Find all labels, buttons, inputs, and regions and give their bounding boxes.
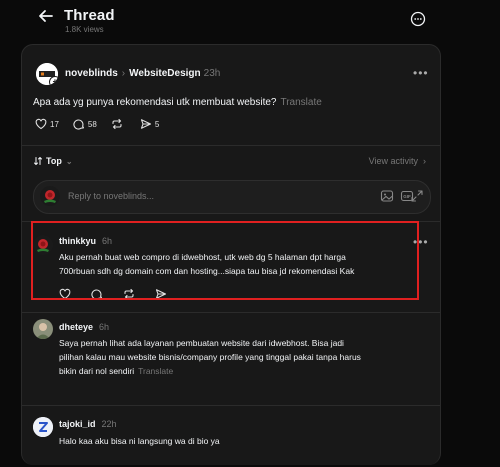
comment-item: tajoki_id 22h Halo kaa aku bisa ni langsu… xyxy=(22,407,440,467)
post-meta: noveblinds › WebsiteDesign 23h xyxy=(65,68,220,79)
translate-link[interactable]: Translate xyxy=(280,97,321,108)
rose-avatar-icon xyxy=(40,186,60,206)
comment-text: Saya pernah lihat ada layanan pembuatan … xyxy=(59,336,431,378)
comment-author-line: tajoki_id 22h xyxy=(59,419,117,429)
view-activity-label: View activity xyxy=(368,156,418,166)
sort-label: Top xyxy=(46,156,62,166)
comment-count: 58 xyxy=(87,119,97,129)
sort-dropdown[interactable]: Top ⌄ xyxy=(33,156,73,166)
back-arrow-icon[interactable] xyxy=(36,6,56,26)
like-count: 17 xyxy=(50,119,59,129)
sort-icon xyxy=(34,157,42,165)
post-community[interactable]: WebsiteDesign xyxy=(129,68,201,79)
divider xyxy=(22,145,440,146)
avatar[interactable] xyxy=(33,319,53,339)
chevron-right-icon: › xyxy=(423,156,426,166)
post-text: Apa ada yg punya rekomendasi utk membuat… xyxy=(33,97,322,108)
comment-line: Saya pernah lihat ada layanan pembuatan … xyxy=(59,338,344,348)
comment-line-text: bikin dari nol sendiri xyxy=(59,366,135,376)
post-actions: 17 58 5 xyxy=(35,118,173,130)
image-icon[interactable] xyxy=(380,189,394,203)
reply-placeholder: Reply to noveblinds... xyxy=(68,191,155,201)
avatar[interactable]: + xyxy=(36,63,58,85)
chevron-down-icon: ⌄ xyxy=(65,156,73,166)
comment-author[interactable]: tajoki_id xyxy=(59,419,96,429)
comment-item: dheteye 6h Saya pernah lihat ada layanan … xyxy=(22,313,440,403)
reply-input[interactable]: Reply to noveblinds... GIF xyxy=(33,180,431,214)
avatar xyxy=(40,186,60,206)
more-options-icon[interactable] xyxy=(410,11,426,27)
translate-link[interactable]: Translate xyxy=(138,366,173,376)
comment-author[interactable]: dheteye xyxy=(59,322,93,332)
heart-icon xyxy=(35,118,47,130)
expand-icon[interactable] xyxy=(410,189,424,203)
tajoki-logo-icon xyxy=(33,417,53,437)
post-author[interactable]: noveblinds xyxy=(65,68,118,79)
view-count: 1.8K views xyxy=(65,25,104,34)
post-body: Apa ada yg punya rekomendasi utk membuat… xyxy=(33,97,277,108)
comment-icon xyxy=(73,119,84,130)
divider xyxy=(22,405,440,406)
highlight-box xyxy=(31,221,419,300)
comment-time: 6h xyxy=(99,322,110,332)
comment-author-line: dheteye 6h xyxy=(59,322,109,332)
share-icon xyxy=(140,119,151,129)
thread-header: Thread 1.8K views xyxy=(0,0,500,40)
follow-plus-icon[interactable]: + xyxy=(49,76,58,85)
view-activity-link[interactable]: View activity › xyxy=(369,156,426,166)
comment-line: pilihan kalau mau website bisnis/company… xyxy=(59,352,361,362)
repost-icon xyxy=(112,118,122,130)
share-count: 5 xyxy=(154,119,160,129)
comment-line: bikin dari nol sendiri Translate xyxy=(59,364,431,378)
comment-button[interactable]: 58 xyxy=(73,118,97,130)
comment-time: 22h xyxy=(101,419,117,429)
original-post: + noveblinds › WebsiteDesign 23h ••• Apa ad… xyxy=(22,45,440,143)
post-more-icon[interactable]: ••• xyxy=(413,66,429,80)
user-photo-icon xyxy=(33,319,53,339)
like-button[interactable]: 17 xyxy=(35,118,59,130)
avatar[interactable] xyxy=(33,417,53,437)
chevron-right-icon: › xyxy=(121,68,126,79)
repost-button[interactable] xyxy=(111,118,126,130)
page-title: Thread xyxy=(64,7,115,24)
sort-bar: Top ⌄ View activity › xyxy=(22,151,440,173)
post-time: 23h xyxy=(203,68,221,79)
share-button[interactable]: 5 xyxy=(140,118,159,130)
